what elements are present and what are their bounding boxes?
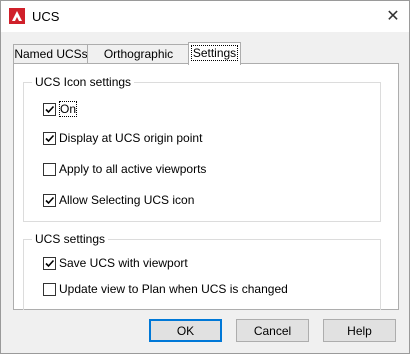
checkbox-label: Update view to Plan when UCS is changed bbox=[59, 282, 288, 296]
ucs-settings-group: UCS settings Save UCS with viewport Upda… bbox=[23, 232, 381, 310]
apply-to-all-viewports-checkbox-row[interactable]: Apply to all active viewports bbox=[43, 161, 206, 177]
save-ucs-with-viewport-checkbox-row[interactable]: Save UCS with viewport bbox=[43, 255, 188, 271]
ucs-icon-settings-group: UCS Icon settings On Display at UCS orig… bbox=[23, 75, 381, 222]
cancel-button[interactable]: Cancel bbox=[236, 319, 309, 342]
autocad-logo-icon bbox=[9, 8, 25, 24]
allow-selecting-ucs-icon-checkbox-row[interactable]: Allow Selecting UCS icon bbox=[43, 192, 194, 208]
group-title: UCS settings bbox=[32, 232, 109, 246]
checkbox-label: Apply to all active viewports bbox=[59, 162, 207, 176]
tab-label: Named UCSs bbox=[14, 47, 88, 61]
close-icon: ✕ bbox=[386, 8, 400, 25]
title-bar[interactable]: UCS ✕ bbox=[1, 1, 409, 32]
tab-label: Settings bbox=[190, 45, 239, 61]
on-checkbox-row[interactable]: On bbox=[43, 101, 78, 117]
ucs-dialog: UCS ✕ Named UCSs Orthographic UCSs Setti… bbox=[0, 0, 410, 354]
checkbox[interactable] bbox=[43, 162, 56, 176]
checkbox-label: Display at UCS origin point bbox=[59, 131, 203, 145]
checkbox-label: Save UCS with viewport bbox=[59, 256, 188, 270]
checkbox[interactable] bbox=[43, 131, 56, 145]
checkbox-label: Allow Selecting UCS icon bbox=[59, 193, 195, 207]
checkbox[interactable] bbox=[43, 193, 56, 207]
checkbox[interactable] bbox=[43, 102, 56, 116]
tab-named-ucss[interactable]: Named UCSs bbox=[13, 44, 89, 64]
checkbox[interactable] bbox=[43, 256, 56, 270]
close-button[interactable]: ✕ bbox=[381, 5, 405, 27]
tab-orthographic-ucss[interactable]: Orthographic UCSs bbox=[87, 44, 190, 80]
checkbox[interactable] bbox=[43, 282, 56, 296]
button-label: Cancel bbox=[253, 323, 292, 338]
help-button[interactable]: Help bbox=[323, 319, 396, 342]
button-label: Help bbox=[347, 323, 372, 338]
update-view-to-plan-checkbox-row[interactable]: Update view to Plan when UCS is changed bbox=[43, 281, 288, 297]
window-title: UCS bbox=[32, 9, 60, 24]
button-label: OK bbox=[176, 323, 195, 338]
settings-panel: UCS Icon settings On Display at UCS orig… bbox=[13, 63, 399, 310]
tab-settings[interactable]: Settings bbox=[188, 42, 241, 65]
ok-button[interactable]: OK bbox=[149, 319, 222, 342]
display-at-origin-checkbox-row[interactable]: Display at UCS origin point bbox=[43, 130, 202, 146]
checkbox-label: On bbox=[59, 101, 78, 117]
group-title: UCS Icon settings bbox=[32, 75, 135, 89]
